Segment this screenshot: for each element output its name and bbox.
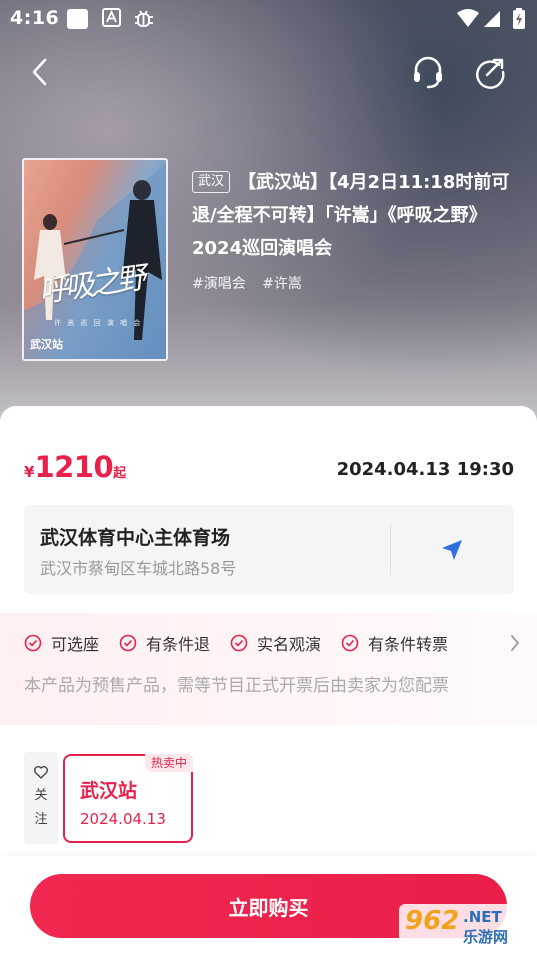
show-datetime: 2024.04.13 19:30 (336, 459, 514, 480)
price-currency: ¥ (24, 463, 35, 481)
session-name: 武汉站 (80, 780, 138, 802)
price-amount: 1210 (34, 450, 114, 484)
heart-icon (34, 766, 48, 779)
policy-label: 有条件退 (146, 635, 211, 654)
back-chevron-icon (32, 58, 47, 86)
policy-more-button[interactable] (505, 631, 525, 655)
check-circle-icon (24, 634, 42, 652)
price: ¥1210起 (24, 450, 126, 484)
bug-icon (132, 8, 156, 35)
hot-selling-badge: 热卖中 (144, 754, 193, 772)
poster-subtitle: 许 嵩 巡 回 演 唱 会 (54, 319, 143, 327)
watermark-number: 962 (405, 906, 460, 936)
policy-label: 可选座 (51, 635, 100, 654)
signal-icon (482, 8, 502, 33)
site-watermark-logo: 962 .NET 乐游网 (399, 904, 531, 950)
venue-name: 武汉体育中心主体育场 (40, 527, 231, 549)
event-header: 4:16 呼吸之野 许 嵩 巡 回 演 唱 会 武汉站 武汉 【武汉站】【4月2… (0, 0, 537, 430)
session-date: 2024.04.13 (80, 810, 166, 828)
venue-navigation-button[interactable] (424, 529, 480, 571)
check-circle-icon (119, 634, 137, 652)
watermark-cn: 乐游网 (463, 928, 509, 946)
policy-list: 可选座 有条件退 实名观演 有条件转票 (24, 631, 468, 655)
policy-item-seat-selection: 可选座 (24, 631, 99, 655)
text-app-icon (102, 8, 122, 33)
follow-button[interactable]: 关 注 (24, 752, 58, 844)
policy-item-real-name: 实名观演 (230, 631, 321, 655)
policy-label: 有条件转票 (368, 635, 449, 654)
event-title-block: 武汉 【武汉站】【4月2日11:18时前可退/全程不可转】「许嵩」《呼吸之野》20… (192, 166, 512, 293)
status-time: 4:16 (10, 7, 60, 29)
watermark-net: .NET (463, 908, 502, 926)
event-title: 武汉 【武汉站】【4月2日11:18时前可退/全程不可转】「许嵩」《呼吸之野》20… (192, 166, 512, 265)
policy-item-conditional-refund: 有条件退 (119, 631, 210, 655)
poster-city: 武汉站 (30, 338, 63, 351)
battery-charging-icon (512, 8, 526, 35)
chevron-right-icon (511, 635, 520, 651)
tag-concert[interactable]: #演唱会 (192, 276, 246, 292)
price-suffix: 起 (113, 466, 127, 481)
share-icon (476, 58, 505, 89)
follow-label-1: 关 (34, 788, 48, 803)
back-button[interactable] (18, 50, 62, 94)
nav-bar (0, 50, 537, 98)
policy-section[interactable]: 可选座 有条件退 实名观演 有条件转票 本产品为预售产品，需等节目正式开票后由卖… (0, 613, 537, 725)
check-circle-icon (341, 634, 359, 652)
navigation-arrow-icon (442, 540, 462, 560)
headset-icon (414, 56, 442, 89)
wifi-icon (456, 8, 480, 33)
presale-note: 本产品为预售产品，需等节目正式开票后由卖家为您配票 (24, 676, 449, 696)
event-title-text: 【武汉站】【4月2日11:18时前可退/全程不可转】「许嵩」《呼吸之野》2024… (192, 172, 510, 259)
tag-artist[interactable]: #许嵩 (262, 276, 302, 292)
follow-label-2: 注 (34, 812, 48, 827)
event-tags: #演唱会 #许嵩 (192, 273, 512, 293)
session-card-wuhan[interactable]: 热卖中 武汉站 2024.04.13 (63, 754, 193, 843)
venue-address: 武汉市蔡甸区车城北路58号 (40, 559, 237, 578)
price-row: ¥1210起 2024.04.13 19:30 (24, 438, 514, 484)
event-poster[interactable]: 呼吸之野 许 嵩 巡 回 演 唱 会 武汉站 (22, 158, 168, 361)
app-square-icon (66, 8, 90, 35)
venue-divider (390, 523, 391, 575)
share-button[interactable] (468, 50, 512, 94)
customer-service-button[interactable] (406, 50, 450, 94)
status-bar: 4:16 (0, 0, 537, 36)
venue-card[interactable]: 武汉体育中心主体育场 武汉市蔡甸区车城北路58号 (24, 505, 514, 594)
city-tag: 武汉 (192, 171, 231, 193)
policy-item-conditional-transfer: 有条件转票 (341, 631, 448, 655)
check-circle-icon (230, 634, 248, 652)
policy-label: 实名观演 (257, 635, 322, 654)
